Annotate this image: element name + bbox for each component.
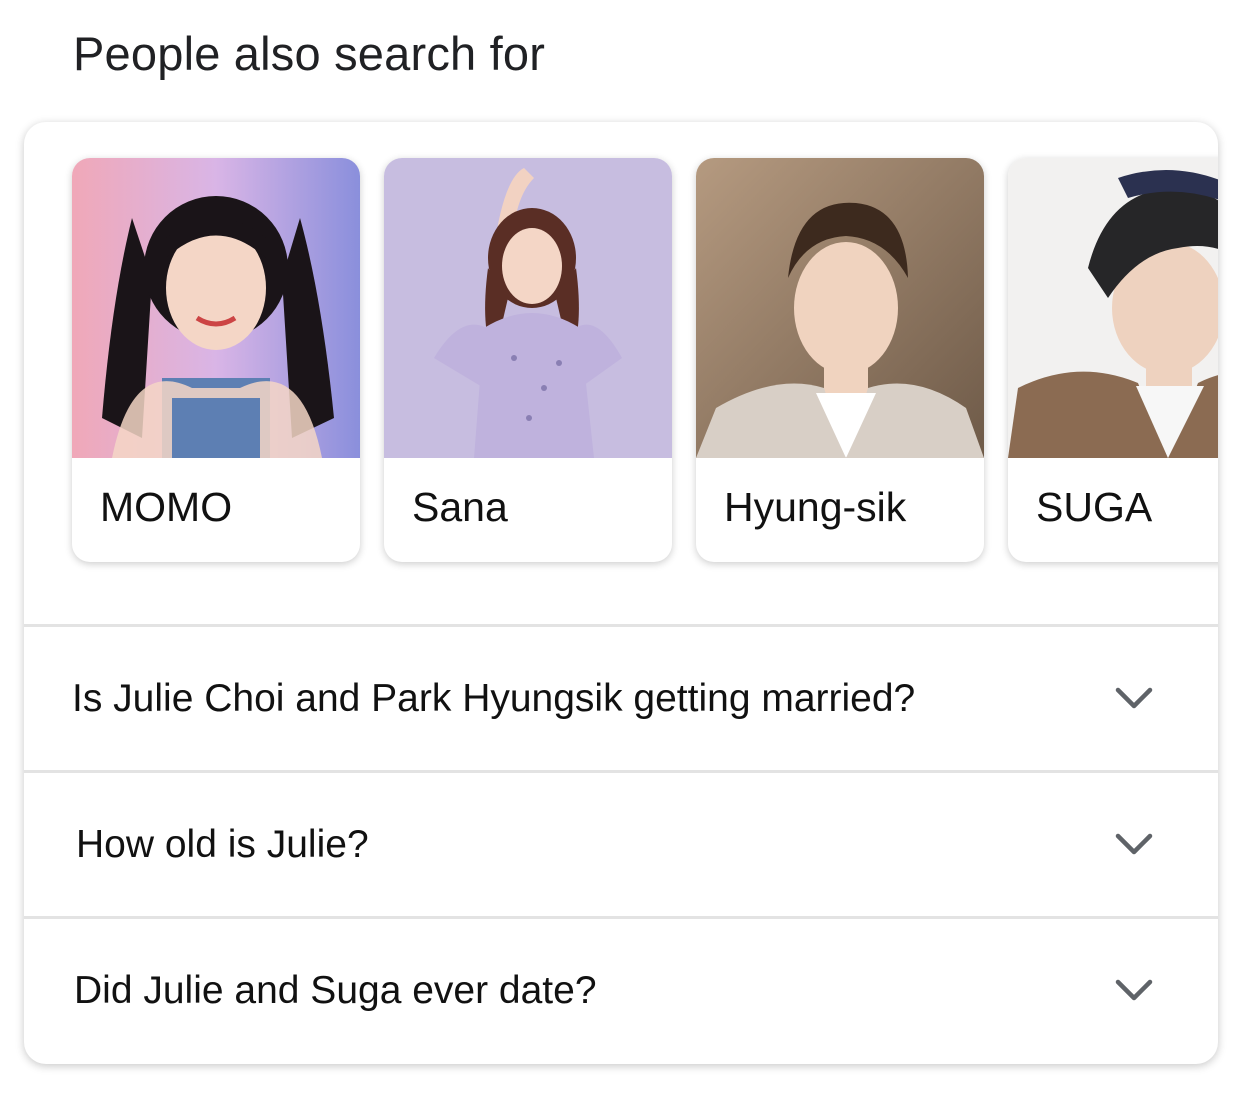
person-photo-hyung-sik (696, 158, 984, 458)
question-item-3[interactable]: Did Julie and Suga ever date? (24, 916, 1218, 1064)
person-name: SUGA (1036, 484, 1153, 530)
chevron-down-icon[interactable] (1114, 975, 1154, 1005)
person-name: MOMO (100, 484, 233, 530)
people-carousel[interactable]: MOMO Sana Hyung-sik SUGA (24, 122, 1218, 624)
question-text: How old is Julie? (76, 823, 369, 866)
people-also-search-card: MOMO Sana Hyung-sik SUGA Is Julie Choi a… (24, 122, 1218, 1064)
chevron-down-icon[interactable] (1114, 683, 1154, 713)
person-card-hyung-sik[interactable]: Hyung-sik (696, 158, 984, 562)
person-card-sana[interactable]: Sana (384, 158, 672, 562)
person-card-suga[interactable]: SUGA (1008, 158, 1218, 562)
question-item-2[interactable]: How old is Julie? (24, 770, 1218, 919)
person-name: Hyung-sik (724, 484, 907, 530)
chevron-down-icon[interactable] (1114, 829, 1154, 859)
section-title: People also search for (73, 27, 546, 80)
question-item-1[interactable]: Is Julie Choi and Park Hyungsik getting … (24, 624, 1218, 773)
person-card-momo[interactable]: MOMO (72, 158, 360, 562)
person-photo-suga (1008, 158, 1218, 458)
question-text: Is Julie Choi and Park Hyungsik getting … (72, 677, 916, 720)
person-name: Sana (412, 484, 508, 530)
person-photo-momo (72, 158, 360, 458)
person-photo-sana (384, 158, 672, 458)
question-text: Did Julie and Suga ever date? (74, 969, 597, 1012)
